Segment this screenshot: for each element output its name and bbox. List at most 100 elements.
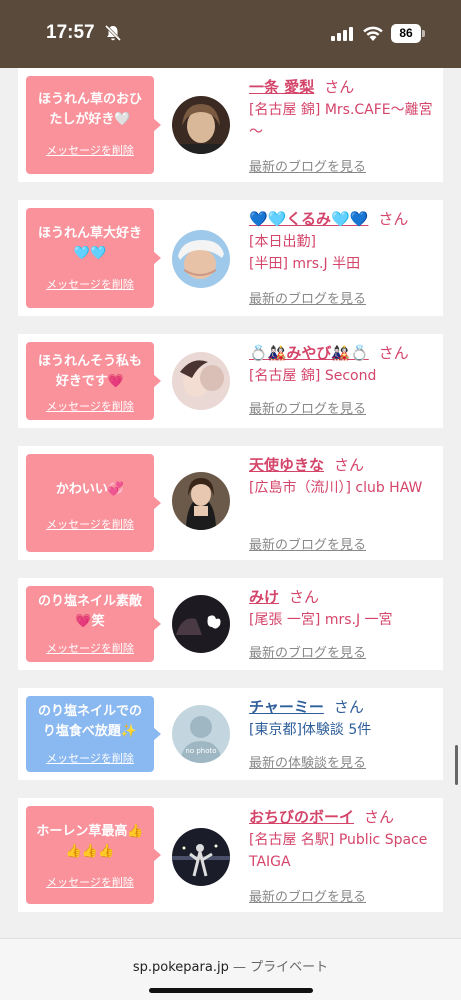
sender-name-link[interactable]: 💙🩵くるみ🩵💙 <box>249 210 368 228</box>
avatar[interactable]: no photo <box>172 705 230 763</box>
message-bubble: ほうれん草大好き🩵🩵 メッセージを削除 <box>26 208 161 308</box>
message-bubble: かわいい💞 メッセージを削除 <box>26 454 161 552</box>
honorific: さん <box>324 78 355 96</box>
bubble-tail <box>153 727 161 741</box>
delete-message-link[interactable]: メッセージを削除 <box>26 142 154 158</box>
sender-line: 一条 愛梨 さん <box>249 76 354 97</box>
message-text: のり塩ネイル素敵💗笑 <box>37 594 142 629</box>
avatar-photo <box>172 472 230 530</box>
delete-message-link[interactable]: メッセージを削除 <box>26 874 154 890</box>
message-text: ほうれん草のおひたしが好き🤍 <box>37 92 142 127</box>
delete-message-link[interactable]: メッセージを削除 <box>26 398 154 414</box>
message-bubble: のり塩ネイルでのり塩食べ放題✨ メッセージを削除 <box>26 696 161 772</box>
cellular-signal-icon <box>331 27 353 41</box>
bubble-tail <box>153 251 161 265</box>
latest-blog-link[interactable]: 最新のブログを見る <box>249 886 366 905</box>
delete-message-link[interactable]: メッセージを削除 <box>26 276 154 292</box>
no-photo-label: no photo <box>185 747 216 755</box>
avatar-placeholder: no photo <box>172 705 230 763</box>
message-card: ほうれんそう私も好きです💗 メッセージを削除 💍🎎みやび🎎💍 さん [名古屋 錦]… <box>18 334 443 428</box>
latest-review-link[interactable]: 最新の体験談を見る <box>249 752 366 771</box>
bubble-tail <box>153 848 161 862</box>
message-bubble: ほうれんそう私も好きです💗 メッセージを削除 <box>26 342 161 420</box>
latest-blog-link[interactable]: 最新のブログを見る <box>249 288 366 307</box>
scroll-indicator[interactable] <box>455 745 458 785</box>
sender-name-link[interactable]: 一条 愛梨 <box>249 78 314 96</box>
avatar-photo <box>172 595 230 653</box>
shop-info: [尾張 一宮] mrs.J 一宮 <box>249 612 393 628</box>
status-time: 17:57 <box>46 22 95 43</box>
shop-info: [東京都]体験談 5件 <box>249 722 372 738</box>
bubble-tail <box>153 374 161 388</box>
honorific: さん <box>289 588 320 606</box>
delete-message-link[interactable]: メッセージを削除 <box>26 516 154 532</box>
sender-name-link[interactable]: おちびのボーイ <box>249 808 354 826</box>
message-text: かわいい💞 <box>55 482 125 497</box>
latest-blog-link[interactable]: 最新のブログを見る <box>249 398 366 417</box>
sender-line: 💍🎎みやび🎎💍 さん <box>249 342 409 363</box>
bubble-tail <box>153 118 161 132</box>
shop-info: [半田] mrs.J 半田 <box>249 256 361 272</box>
honorific: さん <box>378 210 409 228</box>
shop-info: [名古屋 錦] Mrs.CAFE～離宮～ <box>249 102 433 140</box>
honorific: さん <box>364 808 395 826</box>
battery-level: 86 <box>391 24 421 43</box>
honorific: さん <box>378 344 409 362</box>
avatar-photo <box>172 352 230 410</box>
sender-name-link[interactable]: チャーミー <box>249 698 324 716</box>
sender-line: チャーミー さん <box>249 696 364 717</box>
private-mode-label: プライベート <box>250 960 329 975</box>
wifi-icon <box>363 26 383 41</box>
url-separator: — <box>232 960 246 975</box>
browser-bottom-bar[interactable]: sp.pokepara.jp — プライベート <box>0 938 461 1000</box>
shop-info: [広島市（流川）] club HAW <box>249 480 423 496</box>
avatar[interactable] <box>172 352 230 410</box>
honorific: さん <box>333 698 364 716</box>
bubble-tail <box>153 496 161 510</box>
avatar[interactable] <box>172 230 230 288</box>
message-text: ほうれん草大好き🩵🩵 <box>37 226 142 261</box>
message-bubble: ホーレン草最高👍👍👍👍 メッセージを削除 <box>26 806 161 904</box>
sender-line: おちびのボーイ さん <box>249 806 394 827</box>
shop-info: [名古屋 名駅] Public Space TAIGA <box>249 832 428 870</box>
url-domain: sp.pokepara.jp <box>132 960 229 975</box>
message-bubble: のり塩ネイル素敵💗笑 メッセージを削除 <box>26 586 161 662</box>
sender-name-link[interactable]: 💍🎎みやび🎎💍 <box>249 344 369 362</box>
sender-line: 💙🩵くるみ🩵💙 さん <box>249 208 408 229</box>
avatar[interactable] <box>172 595 230 653</box>
message-card: のり塩ネイルでのり塩食べ放題✨ メッセージを削除 no photo チャーミーさ… <box>18 688 443 780</box>
home-indicator[interactable] <box>149 988 313 993</box>
bubble-tail <box>153 617 161 631</box>
message-card: のり塩ネイル素敵💗笑 メッセージを削除 みけ さん [尾張 一宮] mrs.J 一… <box>18 578 443 670</box>
address-bar[interactable]: sp.pokepara.jp — プライベート <box>0 956 461 975</box>
latest-blog-link[interactable]: 最新のブログを見る <box>249 156 366 175</box>
battery-cap <box>422 30 425 37</box>
latest-blog-link[interactable]: 最新のブログを見る <box>249 534 366 553</box>
delete-message-link[interactable]: メッセージを削除 <box>26 640 154 656</box>
message-card: ほうれん草のおひたしが好き🤍 メッセージを削除 一条 愛梨 さん [名古屋 錦] … <box>18 68 443 182</box>
honorific: さん <box>334 456 365 474</box>
message-bubble: ほうれん草のおひたしが好き🤍 メッセージを削除 <box>26 76 161 174</box>
avatar[interactable] <box>172 828 230 886</box>
battery-indicator: 86 <box>391 24 425 43</box>
message-card: かわいい💞 メッセージを削除 天使ゆきな さん [広島市（流川）] club HA… <box>18 446 443 560</box>
message-text: のり塩ネイルでのり塩食べ放題✨ <box>37 704 142 739</box>
avatar[interactable] <box>172 96 230 154</box>
sender-line: みけ さん <box>249 586 319 607</box>
avatar[interactable] <box>172 472 230 530</box>
sender-line: 天使ゆきな さん <box>249 454 364 475</box>
avatar-photo <box>172 230 230 288</box>
message-list[interactable]: ほうれん草のおひたしが好き🤍 メッセージを削除 一条 愛梨 さん [名古屋 錦] … <box>0 68 461 938</box>
message-card: ホーレン草最高👍👍👍👍 メッセージを削除 おちびのボーイ さん [名古屋 名駅] … <box>18 798 443 912</box>
bell-muted-icon <box>104 24 122 42</box>
avatar-photo <box>172 96 230 154</box>
sender-name-link[interactable]: 天使ゆきな <box>249 456 324 474</box>
shop-info: [名古屋 錦] Second <box>249 368 377 384</box>
shop-status: [本日出勤] <box>249 234 316 250</box>
status-bar: 17:57 86 <box>0 0 461 68</box>
latest-blog-link[interactable]: 最新のブログを見る <box>249 642 366 661</box>
message-text: ホーレン草最高👍👍👍👍 <box>36 824 144 859</box>
sender-name-link[interactable]: みけ <box>249 588 279 606</box>
avatar-photo <box>172 828 230 886</box>
delete-message-link[interactable]: メッセージを削除 <box>26 750 154 766</box>
